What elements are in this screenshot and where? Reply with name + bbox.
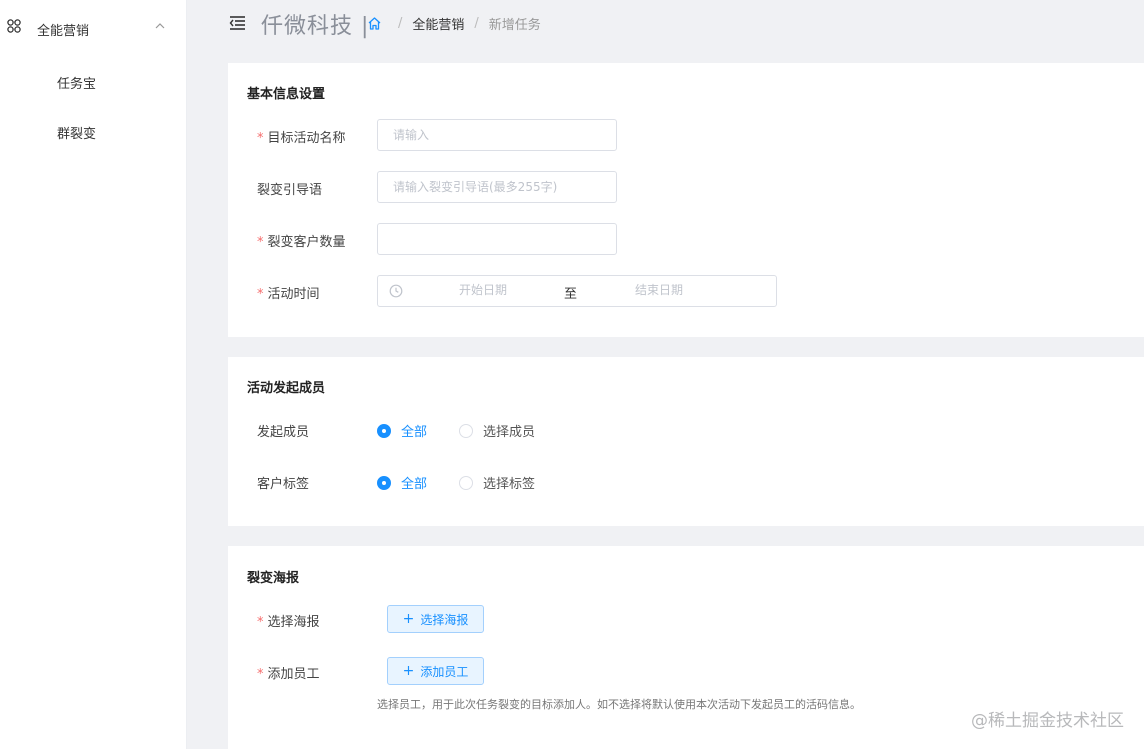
activity-name-label: * 目标活动名称 [257,127,346,146]
sidebar-group-marketing[interactable]: 全能营销 [0,8,187,48]
plus-icon: + [402,611,415,627]
add-staff-label: * 添加员工 [257,663,320,682]
time-label: * 活动时间 [257,283,320,302]
watermark: @稀土掘金技术社区 [971,711,1124,731]
sidebar-item-qunliebian[interactable]: 群裂变 [0,111,187,151]
add-staff-text: 添加员工 [267,667,320,682]
add-staff-button[interactable]: + 添加员工 [387,657,484,685]
guide-input[interactable] [377,171,617,203]
sidebar-item-label: 群裂变 [57,127,97,142]
breadcrumb-current: 新增任务 [488,18,541,33]
required-mark: * [257,131,264,146]
radio-label: 全部 [401,425,428,440]
initiator-label: 发起成员 [257,425,310,440]
radio-tags-all[interactable]: 全部 [377,473,427,492]
sidebar-group-label: 全能营销 [37,24,90,39]
grid-icon [7,19,21,33]
required-mark: * [257,287,264,302]
header: 仟微科技 | / 全能营销 / 新增任务 [187,0,1144,48]
radio-tags-select[interactable]: 选择标签 [459,473,535,492]
sidebar-item-label: 任务宝 [57,77,97,92]
radio-dot [377,475,391,490]
basic-info-card: 基本信息设置 *目标活动名称 裂变引导语 *裂变客户数量 *活动时间 至 [228,63,1144,337]
section-title-basic: 基本信息设置 [247,87,326,102]
brand-title: 仟微科技 | [261,14,370,39]
radio-dot [459,475,473,490]
activity-name-text: 目标活动名称 [267,131,346,146]
count-text: 裂变客户数量 [267,235,346,250]
radio-dot [459,423,473,438]
section-title-poster: 裂变海报 [247,571,300,586]
guide-label: 裂变引导语 [257,183,323,198]
clock-icon [389,284,403,298]
breadcrumb: / 全能营销 / 新增任务 [367,14,541,33]
chevron-up-icon[interactable] [154,20,166,32]
required-mark: * [257,235,264,250]
section-title-members: 活动发起成员 [247,381,326,396]
breadcrumb-separator: / [474,16,479,31]
add-staff-hint: 选择员工，用于此次任务裂变的目标添加人。如不选择将默认使用本次活动下发起员工的活… [377,698,861,711]
activity-name-input[interactable] [377,119,617,151]
sidebar: 全能营销 任务宝 群裂变 [0,0,187,749]
members-card: 活动发起成员 发起成员 全部 选择成员 客户标签 全部 选择标签 [228,357,1144,526]
tags-label: 客户标签 [257,477,310,492]
radio-label: 选择标签 [483,477,536,492]
required-mark: * [257,667,264,682]
menu-fold-icon[interactable] [229,14,247,32]
end-date-input[interactable] [614,283,704,297]
date-range-separator: 至 [564,287,578,302]
sidebar-item-renwubao[interactable]: 任务宝 [0,61,187,101]
time-text: 活动时间 [267,287,320,302]
count-label: * 裂变客户数量 [257,231,346,250]
select-poster-text: 选择海报 [267,615,320,630]
plus-icon: + [402,663,415,679]
count-input[interactable] [377,223,617,255]
start-date-input[interactable] [438,283,528,297]
radio-initiator-all[interactable]: 全部 [377,421,427,440]
radio-label: 选择成员 [483,425,536,440]
select-poster-button[interactable]: + 选择海报 [387,605,484,633]
home-icon[interactable] [367,16,382,31]
date-range-picker[interactable]: 至 [377,275,777,307]
select-poster-label: * 选择海报 [257,611,320,630]
button-label: 选择海报 [420,612,469,627]
button-label: 添加员工 [420,664,469,679]
radio-dot [377,423,391,438]
radio-label: 全部 [401,477,428,492]
breadcrumb-separator: / [398,16,403,31]
radio-initiator-select[interactable]: 选择成员 [459,421,535,440]
breadcrumb-marketing[interactable]: 全能营销 [412,14,464,33]
required-mark: * [257,615,264,630]
